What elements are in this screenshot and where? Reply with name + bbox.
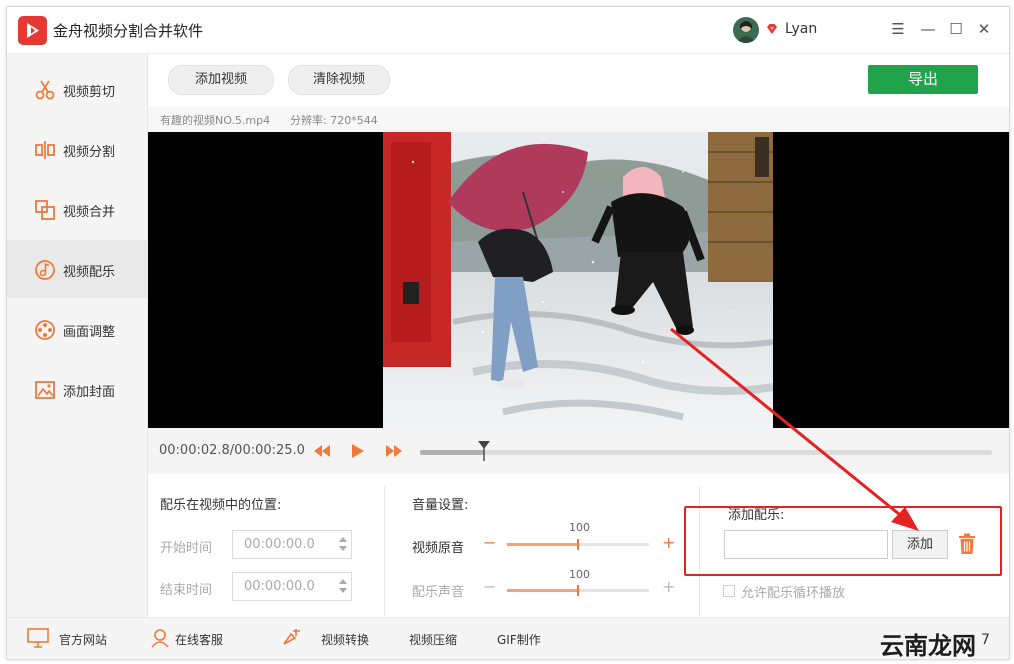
progress-track[interactable]: [420, 450, 992, 455]
divider: [699, 486, 700, 616]
trash-icon[interactable]: [958, 533, 976, 555]
music-minus-button[interactable]: −: [483, 579, 496, 595]
sidebar: 视频剪切 视频分割 视频合并 视频配乐 画面调整 添加封面: [7, 54, 148, 617]
add-music-title: 添加配乐:: [728, 508, 785, 523]
start-time-input[interactable]: 00:00:00.0: [232, 530, 352, 559]
slider-fill: [507, 543, 578, 546]
loop-label: 允许配乐循环播放: [741, 586, 846, 601]
slider-knob[interactable]: [577, 585, 579, 596]
user-avatar[interactable]: [733, 17, 759, 43]
volume-title: 音量设置:: [412, 498, 469, 513]
original-audio-label: 视频原音: [412, 541, 465, 556]
divider: [384, 486, 385, 616]
slider-fill: [507, 589, 578, 592]
original-volume-slider[interactable]: [507, 539, 649, 550]
footer-suffix: 7: [981, 632, 990, 648]
playback-bar: 00:00:02.8/00:00:25.0: [148, 428, 1009, 474]
music-volume-value: 100: [569, 568, 590, 581]
end-time-label: 结束时间: [160, 583, 213, 598]
add-video-button[interactable]: 添加视频: [168, 65, 274, 95]
clear-video-button[interactable]: 清除视频: [288, 65, 390, 95]
original-volume-value: 100: [569, 521, 590, 534]
end-time-input[interactable]: 00:00:00.0: [232, 572, 352, 601]
start-time-value: 00:00:00.0: [244, 537, 315, 552]
footer: 官方网站 在线客服 视频转换 视频压缩 GIF制作 云南龙网 7: [7, 617, 1009, 660]
merge-icon: [34, 199, 56, 221]
footer-link-convert[interactable]: 视频转换: [321, 631, 369, 648]
sidebar-item-label: 视频剪切: [63, 85, 116, 100]
sidebar-item-add-cover[interactable]: 添加封面: [7, 360, 147, 418]
slider-knob[interactable]: [577, 539, 579, 550]
support-agent-icon: [149, 628, 171, 648]
export-button[interactable]: 导出: [868, 65, 978, 94]
original-minus-button[interactable]: −: [483, 535, 496, 551]
username[interactable]: Lyan: [785, 21, 817, 37]
music-volume-slider[interactable]: [507, 585, 649, 596]
settings-panel: 配乐在视频中的位置: 开始时间 00:00:00.0 结束时间 00:00:00…: [148, 474, 1009, 617]
progress-fill: [420, 450, 485, 455]
toolbar: 添加视频 清除视频 导出: [148, 54, 1009, 106]
music-plus-button[interactable]: +: [662, 579, 675, 595]
video-frame: [383, 132, 773, 428]
app-logo-icon: [18, 16, 47, 45]
spinner-icon[interactable]: [338, 535, 348, 553]
sidebar-item-video-split[interactable]: 视频分割: [7, 120, 147, 178]
timecode: 00:00:02.8/00:00:25.0: [159, 443, 305, 458]
vip-diamond-icon: [766, 23, 778, 35]
menu-icon[interactable]: ☰: [887, 18, 909, 40]
file-name: 有趣的视频NO.5.mp4: [160, 114, 271, 127]
position-title: 配乐在视频中的位置:: [160, 498, 282, 513]
spinner-icon[interactable]: [338, 577, 348, 595]
start-time-label: 开始时间: [160, 541, 213, 556]
loop-checkbox[interactable]: [723, 585, 735, 597]
watermark-text: 云南龙网: [880, 632, 976, 660]
convert-icon: [281, 628, 303, 648]
close-button[interactable]: ✕: [973, 18, 995, 40]
maximize-button[interactable]: ☐: [945, 18, 967, 40]
add-music-button[interactable]: 添加: [892, 530, 948, 559]
fast-forward-icon[interactable]: [385, 442, 403, 464]
footer-link-gif[interactable]: GIF制作: [497, 631, 541, 648]
footer-link-compress[interactable]: 视频压缩: [409, 631, 457, 648]
app-window: 金舟视频分割合并软件 Lyan ☰ — ☐ ✕ 视频剪切 视频分割 视频合并 视…: [6, 6, 1010, 660]
sidebar-item-video-music[interactable]: 视频配乐: [7, 240, 147, 298]
rewind-icon[interactable]: [313, 442, 331, 464]
scissors-icon: [34, 79, 56, 101]
original-plus-button[interactable]: +: [662, 535, 675, 551]
sidebar-item-video-merge[interactable]: 视频合并: [7, 180, 147, 238]
sidebar-item-picture-adjust[interactable]: 画面调整: [7, 300, 147, 358]
footer-link-website[interactable]: 官方网站: [59, 631, 107, 648]
film-reel-icon: [34, 319, 56, 341]
playhead-icon[interactable]: [478, 441, 491, 461]
minimize-button[interactable]: —: [917, 18, 939, 40]
play-icon[interactable]: [350, 442, 366, 464]
sidebar-item-video-cut[interactable]: 视频剪切: [7, 60, 147, 118]
music-icon: [34, 259, 56, 281]
sidebar-item-label: 画面调整: [63, 325, 116, 340]
music-audio-label: 配乐声音: [412, 585, 465, 600]
image-icon: [34, 379, 56, 401]
music-file-input[interactable]: [724, 530, 888, 559]
sidebar-item-label: 视频分割: [63, 145, 116, 160]
footer-link-support[interactable]: 在线客服: [175, 631, 223, 648]
sidebar-item-label: 视频合并: [63, 205, 116, 220]
file-resolution: 分辨率: 720*544: [290, 114, 378, 127]
sidebar-item-label: 添加封面: [63, 385, 116, 400]
main-panel: 添加视频 清除视频 导出 有趣的视频NO.5.mp4 分辨率: 720*544: [148, 54, 1009, 617]
sidebar-item-label: 视频配乐: [63, 265, 116, 280]
file-info-bar: 有趣的视频NO.5.mp4 分辨率: 720*544: [148, 106, 1009, 132]
app-title: 金舟视频分割合并软件: [53, 22, 204, 40]
video-preview[interactable]: [148, 132, 1009, 428]
title-bar: 金舟视频分割合并软件 Lyan ☰ — ☐ ✕: [7, 7, 1009, 54]
end-time-value: 00:00:00.0: [244, 579, 315, 594]
monitor-icon: [27, 628, 49, 648]
split-icon: [34, 139, 56, 161]
